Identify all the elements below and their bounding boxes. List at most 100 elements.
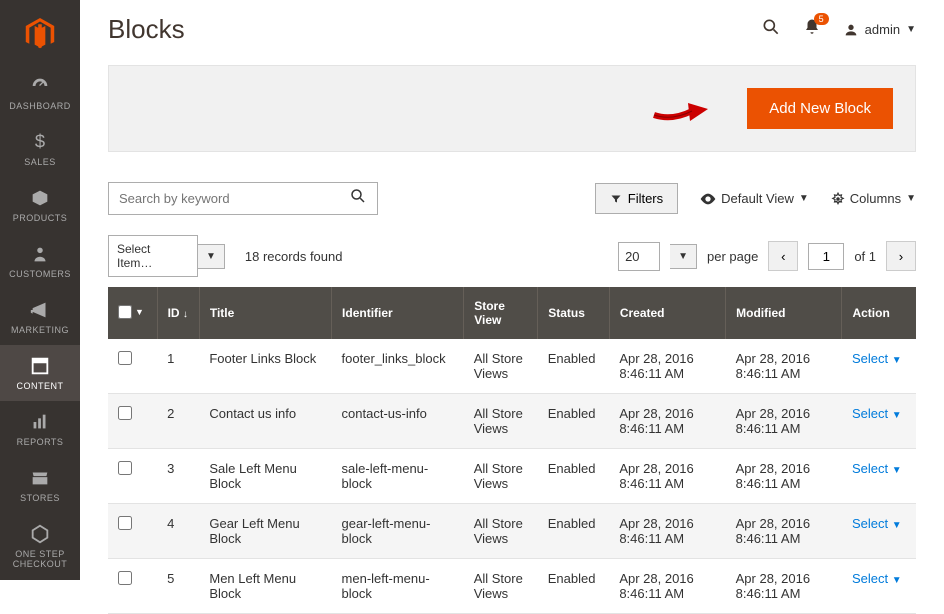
svg-text:$: $ [35, 131, 45, 152]
secondary-toolbar: Select Item… ▼ 18 records found 20▼ per … [108, 235, 916, 277]
sidebar-item-label: CUSTOMERS [9, 269, 71, 279]
cell-id: 4 [157, 504, 199, 559]
notifications-icon[interactable]: 5 [803, 18, 821, 41]
cell-identifier: footer_links_block [332, 339, 464, 394]
cell-store-view: All Store Views [464, 394, 538, 449]
cell-status: Enabled [538, 339, 610, 394]
cell-created: Apr 28, 2016 8:46:11 AM [609, 449, 725, 504]
cell-created: Apr 28, 2016 8:46:11 AM [609, 394, 725, 449]
sidebar-item-products[interactable]: PRODUCTS [0, 177, 80, 233]
sidebar-item-label: REPORTS [17, 437, 64, 447]
cell-created: Apr 28, 2016 8:46:11 AM [609, 559, 725, 614]
page-header: Blocks 5 admin ▼ [108, 14, 916, 45]
table-row: 5Men Left Menu Blockmen-left-menu-blockA… [108, 559, 916, 614]
cell-modified: Apr 28, 2016 8:46:11 AM [726, 339, 842, 394]
row-checkbox[interactable] [118, 351, 132, 365]
sidebar-item-onestepcheckout[interactable]: ONE STEP CHECKOUT [0, 513, 80, 579]
filters-label: Filters [628, 191, 663, 206]
row-action-select[interactable]: Select ▼ [852, 461, 902, 476]
sidebar-item-marketing[interactable]: MARKETING [0, 289, 80, 345]
sidebar-item-label: SALES [24, 157, 56, 167]
cell-status: Enabled [538, 504, 610, 559]
cell-modified: Apr 28, 2016 8:46:11 AM [726, 504, 842, 559]
row-checkbox[interactable] [118, 406, 132, 420]
sidebar-item-content[interactable]: CONTENT [0, 345, 80, 401]
filters-button[interactable]: Filters [595, 183, 678, 214]
bulk-select[interactable]: Select Item… ▼ [108, 235, 225, 277]
cell-title: Sale Left Menu Block [199, 449, 331, 504]
page-size-dropdown[interactable]: ▼ [670, 244, 697, 269]
col-title[interactable]: Title [199, 287, 331, 339]
sidebar-item-stores[interactable]: STORES [0, 457, 80, 513]
arrow-annotation [652, 93, 710, 125]
cell-created: Apr 28, 2016 8:46:11 AM [609, 339, 725, 394]
col-action: Action [842, 287, 916, 339]
sidebar-item-sales[interactable]: $ SALES [0, 121, 80, 177]
cell-created: Apr 28, 2016 8:46:11 AM [609, 504, 725, 559]
col-status[interactable]: Status [538, 287, 610, 339]
next-page-button[interactable]: › [886, 241, 916, 271]
cell-store-view: All Store Views [464, 449, 538, 504]
cell-store-view: All Store Views [464, 559, 538, 614]
search-icon[interactable] [761, 17, 781, 43]
sidebar-item-dashboard[interactable]: DASHBOARD [0, 65, 80, 121]
row-checkbox[interactable] [118, 461, 132, 475]
search-submit-icon[interactable] [339, 187, 377, 210]
cell-title: Contact us info [199, 394, 331, 449]
row-action-select[interactable]: Select ▼ [852, 571, 902, 586]
sidebar-item-label: DASHBOARD [9, 101, 71, 111]
cell-modified: Apr 28, 2016 8:46:11 AM [726, 559, 842, 614]
row-action-select[interactable]: Select ▼ [852, 351, 902, 366]
row-checkbox[interactable] [118, 516, 132, 530]
page-size-value: 20 [618, 242, 660, 271]
cell-id: 3 [157, 449, 199, 504]
col-id[interactable]: ID ↓ [157, 287, 199, 339]
default-view-toggle[interactable]: Default View ▼ [700, 191, 809, 206]
cell-status: Enabled [538, 394, 610, 449]
sidebar-item-customers[interactable]: CUSTOMERS [0, 233, 80, 289]
pagination: 20▼ per page ‹ of 1 › [618, 241, 916, 271]
per-page-label: per page [707, 249, 758, 264]
sidebar-item-label: ONE STEP CHECKOUT [0, 549, 80, 569]
cell-modified: Apr 28, 2016 8:46:11 AM [726, 449, 842, 504]
col-identifier[interactable]: Identifier [332, 287, 464, 339]
cell-modified: Apr 28, 2016 8:46:11 AM [726, 394, 842, 449]
add-new-block-button[interactable]: Add New Block [747, 88, 893, 129]
page-title: Blocks [108, 14, 185, 45]
action-bar: Add New Block [108, 65, 916, 152]
columns-label: Columns [850, 191, 901, 206]
columns-toggle[interactable]: Columns ▼ [831, 191, 916, 206]
prev-page-button[interactable]: ‹ [768, 241, 798, 271]
col-store-view[interactable]: Store View [464, 287, 538, 339]
sidebar: DASHBOARD $ SALES PRODUCTS CUSTOMERS MAR… [0, 0, 80, 580]
cell-identifier: sale-left-menu-block [332, 449, 464, 504]
admin-user-menu[interactable]: admin ▼ [843, 22, 916, 38]
toolbar: Filters Default View ▼ Columns ▼ [108, 182, 916, 215]
magento-logo[interactable] [0, 0, 80, 65]
cell-title: Gear Left Menu Block [199, 504, 331, 559]
table-row: 3Sale Left Menu Blocksale-left-menu-bloc… [108, 449, 916, 504]
row-checkbox[interactable] [118, 571, 132, 585]
main-content: Blocks 5 admin ▼ Add New Block [80, 0, 944, 614]
cell-identifier: men-left-menu-block [332, 559, 464, 614]
sidebar-item-reports[interactable]: REPORTS [0, 401, 80, 457]
search-input[interactable] [109, 183, 339, 214]
admin-username: admin [865, 22, 900, 37]
cell-store-view: All Store Views [464, 504, 538, 559]
notification-badge: 5 [814, 13, 829, 25]
current-page-input[interactable] [808, 243, 844, 270]
cell-identifier: gear-left-menu-block [332, 504, 464, 559]
select-all-checkbox[interactable]: ▼ [118, 305, 144, 319]
table-row: 1Footer Links Blockfooter_links_blockAll… [108, 339, 916, 394]
table-header-row: ▼ ID ↓ Title Identifier Store View Statu… [108, 287, 916, 339]
row-action-select[interactable]: Select ▼ [852, 516, 902, 531]
caret-down-icon: ▼ [906, 193, 916, 204]
row-action-select[interactable]: Select ▼ [852, 406, 902, 421]
sidebar-item-label: MARKETING [11, 325, 69, 335]
cell-title: Men Left Menu Block [199, 559, 331, 614]
bulk-select-dropdown[interactable]: ▼ [198, 244, 225, 269]
col-modified[interactable]: Modified [726, 287, 842, 339]
col-created[interactable]: Created [609, 287, 725, 339]
default-view-label: Default View [721, 191, 794, 206]
cell-status: Enabled [538, 559, 610, 614]
